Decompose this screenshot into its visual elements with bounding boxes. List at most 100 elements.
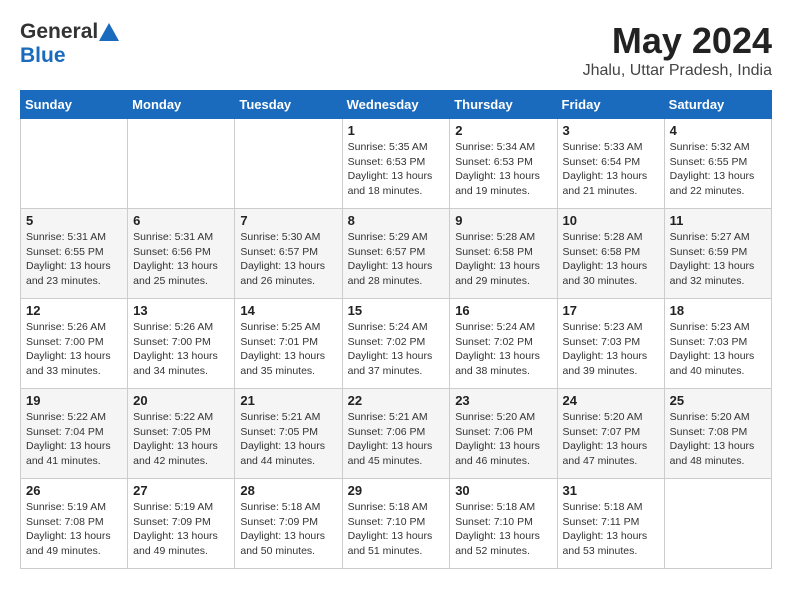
calendar-day-cell: 3 Sunrise: 5:33 AMSunset: 6:54 PMDaylight… — [557, 119, 664, 209]
calendar-day-cell: 31Sunrise: 5:18 AMSunset: 7:11 PMDayligh… — [557, 479, 664, 569]
calendar-day-cell — [128, 119, 235, 209]
calendar-week-row: 19 Sunrise: 5:22 AMSunset: 7:04 PMDayligh… — [21, 389, 772, 479]
day-number: 11 — [670, 213, 766, 228]
day-info: Sunrise: 5:27 AMSunset: 6:59 PMDaylight:… — [670, 230, 766, 289]
day-number: 29 — [348, 483, 445, 498]
weekday-header: Saturday — [664, 91, 771, 119]
page-header: General Blue May 2024 Jhalu, Uttar Prade… — [20, 20, 772, 80]
day-info: Sunrise: 5:28 AMSunset: 6:58 PMDaylight:… — [455, 230, 551, 289]
calendar-week-row: 5Sunrise: 5:31 AMSunset: 6:55 PMDaylight… — [21, 209, 772, 299]
day-info: Sunrise: 5:18 AMSunset: 7:10 PMDaylight:… — [455, 500, 551, 559]
day-number: 22 — [348, 393, 445, 408]
day-info: Sunrise: 5:19 AMSunset: 7:09 PMDaylight:… — [133, 500, 229, 559]
calendar-day-cell: 16 Sunrise: 5:24 AMSunset: 7:02 PMDayligh… — [450, 299, 557, 389]
day-info: Sunrise: 5:20 AMSunset: 7:06 PMDaylight:… — [455, 410, 551, 469]
day-info: Sunrise: 5:23 AMSunset: 7:03 PMDaylight:… — [563, 320, 659, 379]
day-number: 25 — [670, 393, 766, 408]
calendar-header-row: SundayMondayTuesdayWednesdayThursdayFrid… — [21, 91, 772, 119]
calendar-day-cell: 7Sunrise: 5:30 AMSunset: 6:57 PMDaylight… — [235, 209, 342, 299]
calendar-day-cell: 17 Sunrise: 5:23 AMSunset: 7:03 PMDayligh… — [557, 299, 664, 389]
calendar-day-cell: 12Sunrise: 5:26 AMSunset: 7:00 PMDayligh… — [21, 299, 128, 389]
day-number: 17 — [563, 303, 659, 318]
day-info: Sunrise: 5:20 AMSunset: 7:08 PMDaylight:… — [670, 410, 766, 469]
day-info: Sunrise: 5:22 AMSunset: 7:05 PMDaylight:… — [133, 410, 229, 469]
day-info: Sunrise: 5:24 AMSunset: 7:02 PMDaylight:… — [348, 320, 445, 379]
day-info: Sunrise: 5:23 AMSunset: 7:03 PMDaylight:… — [670, 320, 766, 379]
day-number: 24 — [563, 393, 659, 408]
day-info: Sunrise: 5:22 AMSunset: 7:04 PMDaylight:… — [26, 410, 122, 469]
day-info: Sunrise: 5:19 AMSunset: 7:08 PMDaylight:… — [26, 500, 122, 559]
calendar-day-cell: 25 Sunrise: 5:20 AMSunset: 7:08 PMDayligh… — [664, 389, 771, 479]
day-info: Sunrise: 5:18 AMSunset: 7:11 PMDaylight:… — [563, 500, 659, 559]
day-info: Sunrise: 5:28 AMSunset: 6:58 PMDaylight:… — [563, 230, 659, 289]
day-number: 8 — [348, 213, 445, 228]
weekday-header: Sunday — [21, 91, 128, 119]
day-number: 23 — [455, 393, 551, 408]
day-info: Sunrise: 5:25 AMSunset: 7:01 PMDaylight:… — [240, 320, 336, 379]
day-info: Sunrise: 5:35 AMSunset: 6:53 PMDaylight:… — [348, 140, 445, 199]
day-number: 9 — [455, 213, 551, 228]
day-number: 26 — [26, 483, 122, 498]
day-info: Sunrise: 5:24 AMSunset: 7:02 PMDaylight:… — [455, 320, 551, 379]
calendar-day-cell: 27 Sunrise: 5:19 AMSunset: 7:09 PMDayligh… — [128, 479, 235, 569]
calendar-day-cell: 26 Sunrise: 5:19 AMSunset: 7:08 PMDayligh… — [21, 479, 128, 569]
calendar-day-cell: 10Sunrise: 5:28 AMSunset: 6:58 PMDayligh… — [557, 209, 664, 299]
calendar-day-cell: 23 Sunrise: 5:20 AMSunset: 7:06 PMDayligh… — [450, 389, 557, 479]
logo-icon — [99, 23, 119, 41]
day-number: 3 — [563, 123, 659, 138]
day-number: 21 — [240, 393, 336, 408]
day-number: 1 — [348, 123, 445, 138]
calendar-day-cell: 13Sunrise: 5:26 AMSunset: 7:00 PMDayligh… — [128, 299, 235, 389]
calendar-day-cell: 9 Sunrise: 5:28 AMSunset: 6:58 PMDaylight… — [450, 209, 557, 299]
calendar-day-cell: 14 Sunrise: 5:25 AMSunset: 7:01 PMDayligh… — [235, 299, 342, 389]
location: Jhalu, Uttar Pradesh, India — [583, 62, 772, 80]
day-number: 7 — [240, 213, 336, 228]
day-info: Sunrise: 5:33 AMSunset: 6:54 PMDaylight:… — [563, 140, 659, 199]
day-number: 14 — [240, 303, 336, 318]
day-number: 12 — [26, 303, 122, 318]
calendar-day-cell: 29 Sunrise: 5:18 AMSunset: 7:10 PMDayligh… — [342, 479, 450, 569]
day-number: 4 — [670, 123, 766, 138]
calendar-day-cell: 5Sunrise: 5:31 AMSunset: 6:55 PMDaylight… — [21, 209, 128, 299]
logo-general: General — [20, 20, 98, 43]
calendar-week-row: 12Sunrise: 5:26 AMSunset: 7:00 PMDayligh… — [21, 299, 772, 389]
day-info: Sunrise: 5:29 AMSunset: 6:57 PMDaylight:… — [348, 230, 445, 289]
calendar-day-cell: 19 Sunrise: 5:22 AMSunset: 7:04 PMDayligh… — [21, 389, 128, 479]
calendar: SundayMondayTuesdayWednesdayThursdayFrid… — [20, 90, 772, 569]
calendar-day-cell: 18 Sunrise: 5:23 AMSunset: 7:03 PMDayligh… — [664, 299, 771, 389]
day-number: 27 — [133, 483, 229, 498]
calendar-week-row: 26 Sunrise: 5:19 AMSunset: 7:08 PMDayligh… — [21, 479, 772, 569]
calendar-day-cell — [235, 119, 342, 209]
calendar-week-row: 1 Sunrise: 5:35 AMSunset: 6:53 PMDaylight… — [21, 119, 772, 209]
day-info: Sunrise: 5:18 AMSunset: 7:10 PMDaylight:… — [348, 500, 445, 559]
day-info: Sunrise: 5:32 AMSunset: 6:55 PMDaylight:… — [670, 140, 766, 199]
day-number: 6 — [133, 213, 229, 228]
day-number: 20 — [133, 393, 229, 408]
logo-blue: Blue — [20, 44, 119, 68]
calendar-day-cell: 1 Sunrise: 5:35 AMSunset: 6:53 PMDaylight… — [342, 119, 450, 209]
calendar-day-cell: 22Sunrise: 5:21 AMSunset: 7:06 PMDayligh… — [342, 389, 450, 479]
day-number: 5 — [26, 213, 122, 228]
calendar-day-cell: 30 Sunrise: 5:18 AMSunset: 7:10 PMDayligh… — [450, 479, 557, 569]
day-number: 18 — [670, 303, 766, 318]
calendar-day-cell: 21 Sunrise: 5:21 AMSunset: 7:05 PMDayligh… — [235, 389, 342, 479]
day-number: 16 — [455, 303, 551, 318]
weekday-header: Thursday — [450, 91, 557, 119]
day-number: 28 — [240, 483, 336, 498]
calendar-day-cell: 24Sunrise: 5:20 AMSunset: 7:07 PMDayligh… — [557, 389, 664, 479]
calendar-day-cell: 4 Sunrise: 5:32 AMSunset: 6:55 PMDaylight… — [664, 119, 771, 209]
day-number: 19 — [26, 393, 122, 408]
calendar-day-cell: 20 Sunrise: 5:22 AMSunset: 7:05 PMDayligh… — [128, 389, 235, 479]
calendar-day-cell — [664, 479, 771, 569]
calendar-day-cell: 2Sunrise: 5:34 AMSunset: 6:53 PMDaylight… — [450, 119, 557, 209]
day-number: 30 — [455, 483, 551, 498]
calendar-day-cell: 6Sunrise: 5:31 AMSunset: 6:56 PMDaylight… — [128, 209, 235, 299]
weekday-header: Wednesday — [342, 91, 450, 119]
day-number: 2 — [455, 123, 551, 138]
calendar-day-cell — [21, 119, 128, 209]
logo: General Blue — [20, 20, 119, 68]
day-info: Sunrise: 5:21 AMSunset: 7:05 PMDaylight:… — [240, 410, 336, 469]
day-number: 13 — [133, 303, 229, 318]
calendar-day-cell: 8 Sunrise: 5:29 AMSunset: 6:57 PMDaylight… — [342, 209, 450, 299]
calendar-day-cell: 11 Sunrise: 5:27 AMSunset: 6:59 PMDayligh… — [664, 209, 771, 299]
